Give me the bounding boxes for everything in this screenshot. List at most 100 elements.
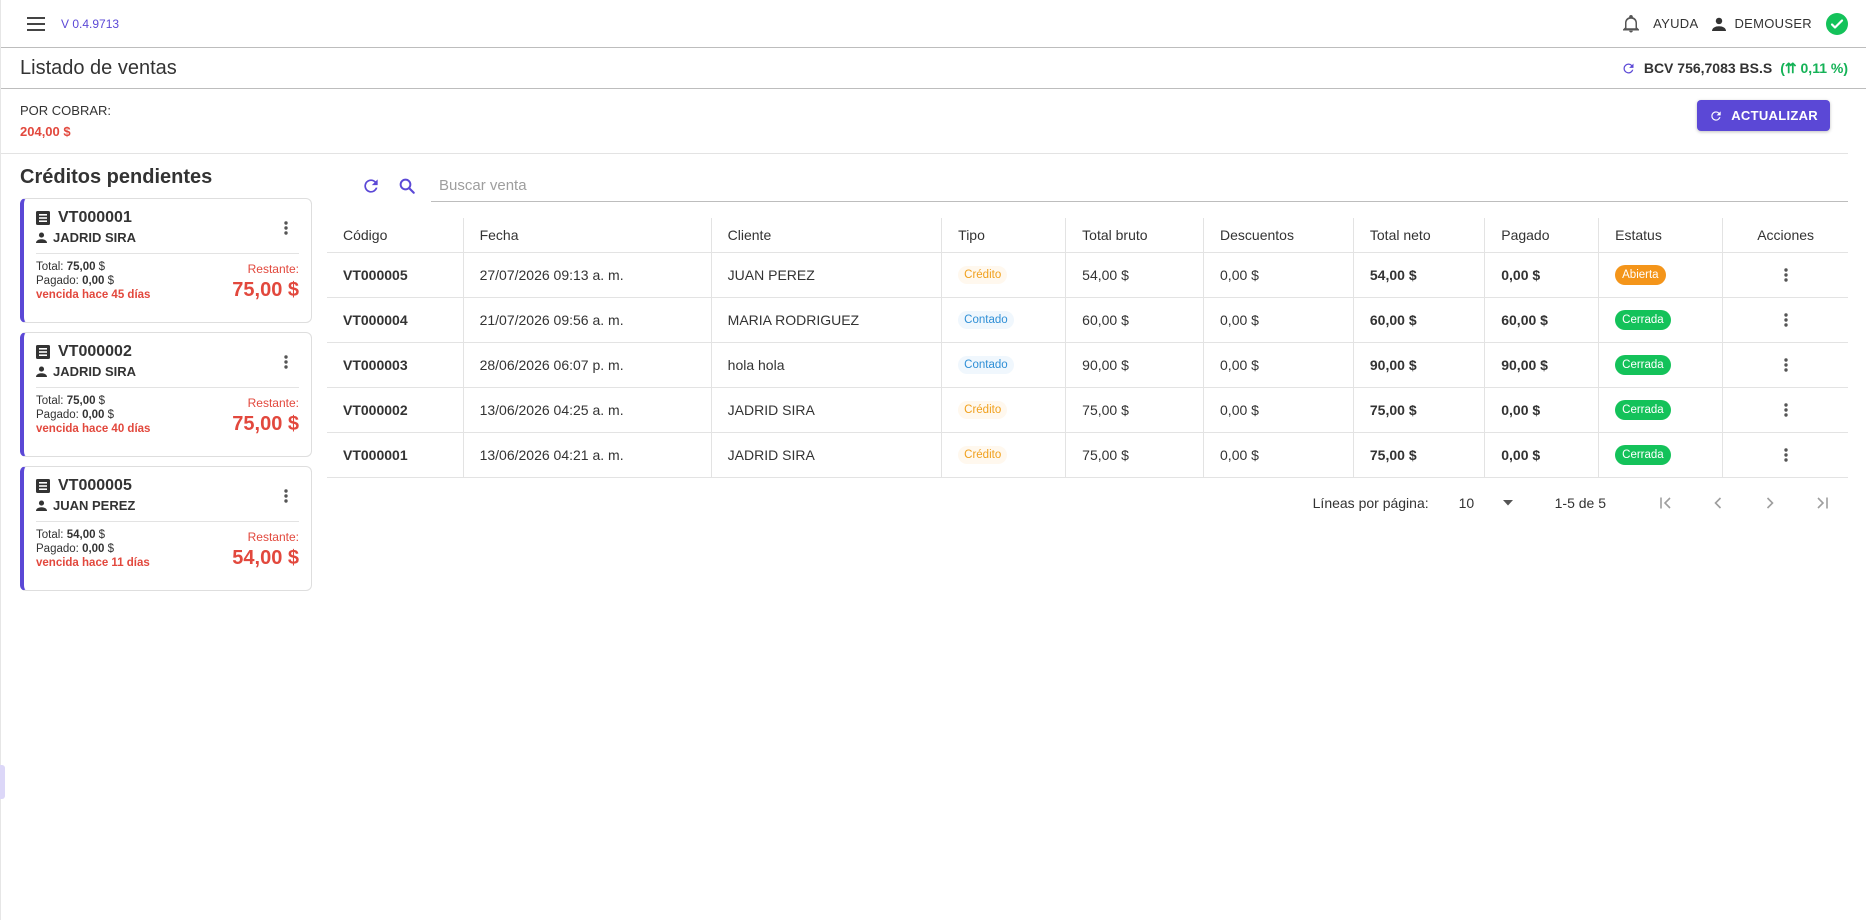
search-input[interactable]	[431, 177, 1848, 194]
person-icon	[36, 366, 47, 377]
column-header-type[interactable]: Tipo	[941, 218, 1067, 253]
last-page-icon[interactable]	[1796, 496, 1848, 510]
cell-client: MARIA RODRIGUEZ	[711, 297, 943, 343]
cell-gross: 54,00 $	[1065, 252, 1205, 298]
dropdown-arrow-icon	[1502, 499, 1513, 505]
menu-icon[interactable]	[25, 13, 47, 35]
side-drawer-handle[interactable]	[0, 765, 5, 799]
cell-code: VT000002	[327, 387, 464, 433]
rows-per-page-value: 10	[1458, 494, 1475, 511]
cell-client: JADRID SIRA	[711, 432, 943, 478]
column-header-discounts[interactable]: Descuentos	[1203, 218, 1354, 253]
receivables-summary: POR COBRAR: 204,00 $ ACTUALIZAR	[1, 89, 1848, 154]
refresh-button[interactable]: ACTUALIZAR	[1697, 100, 1830, 131]
column-header-net[interactable]: Total neto	[1353, 218, 1486, 253]
previous-page-icon[interactable]	[1692, 496, 1744, 510]
refresh-button-label: ACTUALIZAR	[1731, 108, 1818, 123]
cell-discount: 0,00 $	[1203, 252, 1354, 298]
search-icon[interactable]	[393, 172, 421, 200]
notifications-button[interactable]	[1623, 14, 1640, 33]
cell-date: 13/06/2026 04:21 a. m.	[463, 432, 712, 478]
exchange-rate: BCV 756,7083 BS.S (⇈ 0,11 %)	[1621, 60, 1848, 77]
divider	[36, 521, 299, 522]
connection-check-icon	[1826, 12, 1848, 35]
table-header-row: Código Fecha Cliente Tipo Total bruto De…	[327, 218, 1848, 253]
bell-icon	[1623, 14, 1640, 32]
cell-paid: 0,00 $	[1484, 432, 1600, 478]
cell-paid: 60,00 $	[1484, 297, 1600, 343]
more-vert-icon[interactable]	[279, 485, 293, 507]
cell-gross: 60,00 $	[1065, 297, 1205, 343]
table-row[interactable]: VT000004 21/07/2026 09:56 a. m. MARIA RO…	[327, 297, 1848, 343]
remaining-value: 75,00 $	[232, 279, 299, 301]
first-page-icon[interactable]	[1640, 496, 1692, 510]
table-row[interactable]: VT000001 13/06/2026 04:21 a. m. JADRID S…	[327, 432, 1848, 478]
column-header-client[interactable]: Cliente	[711, 218, 943, 253]
rows-per-page-select[interactable]: 10	[1459, 495, 1513, 511]
cell-client: JUAN PEREZ	[711, 252, 943, 298]
table-row[interactable]: VT000003 28/06/2026 06:07 p. m. hola hol…	[327, 342, 1848, 388]
table-row[interactable]: VT000005 27/07/2026 09:13 a. m. JUAN PER…	[327, 252, 1848, 298]
column-header-code[interactable]: Código	[327, 218, 464, 253]
column-header-actions: Acciones	[1722, 218, 1848, 253]
credit-overdue: vencida hace 45 días	[36, 289, 151, 301]
credit-paid: Pagado: 0,00 $	[36, 275, 115, 287]
cell-net: 75,00 $	[1353, 432, 1486, 478]
person-icon	[1712, 17, 1727, 31]
cell-net: 90,00 $	[1353, 342, 1486, 388]
more-vert-icon[interactable]	[279, 351, 293, 373]
cell-client: JADRID SIRA	[711, 387, 943, 433]
column-header-paid[interactable]: Pagado	[1484, 218, 1600, 253]
status-badge: Cerrada	[1615, 354, 1671, 375]
refresh-rate-icon[interactable]	[1621, 61, 1636, 76]
more-vert-icon[interactable]	[1779, 264, 1793, 286]
page-header: Listado de ventas BCV 756,7083 BS.S (⇈ 0…	[1, 48, 1866, 89]
app-root: V 0.4.9713 AYUDA DEMOUSER Listado de ven…	[0, 0, 1866, 920]
next-page-icon[interactable]	[1744, 496, 1796, 510]
more-vert-icon[interactable]	[1779, 444, 1793, 466]
credit-total: Total: 75,00 $	[36, 261, 106, 273]
user-menu[interactable]: DEMOUSER	[1712, 16, 1812, 31]
more-vert-icon[interactable]	[1779, 399, 1793, 421]
cell-date: 21/07/2026 09:56 a. m.	[463, 297, 712, 343]
reload-icon[interactable]	[357, 172, 385, 200]
credit-client: JADRID SIRA	[53, 230, 137, 245]
sales-panel: Código Fecha Cliente Tipo Total bruto De…	[327, 168, 1848, 591]
receipt-icon	[36, 211, 50, 225]
more-vert-icon[interactable]	[1779, 354, 1793, 376]
table-row[interactable]: VT000002 13/06/2026 04:25 a. m. JADRID S…	[327, 387, 1848, 433]
cell-discount: 0,00 $	[1203, 387, 1354, 433]
type-badge: Crédito	[958, 401, 1008, 419]
cell-client: hola hola	[711, 342, 943, 388]
column-header-status[interactable]: Estatus	[1598, 218, 1724, 253]
status-badge: Cerrada	[1615, 309, 1671, 330]
credit-paid: Pagado: 0,00 $	[36, 543, 115, 555]
credit-card[interactable]: VT000002 JADRID SIRA Total: 75,00 $ Paga…	[20, 332, 312, 457]
divider	[36, 387, 299, 388]
cell-code: VT000005	[327, 252, 464, 298]
cell-net: 75,00 $	[1353, 387, 1486, 433]
status-badge: Abierta	[1615, 264, 1666, 285]
more-vert-icon[interactable]	[1779, 309, 1793, 331]
column-header-gross[interactable]: Total bruto	[1065, 218, 1205, 253]
credit-card[interactable]: VT000001 JADRID SIRA Total: 75,00 $ Paga…	[20, 198, 312, 323]
pagination: Líneas por página: 10 1-5 de 5	[327, 478, 1848, 528]
credit-paid: Pagado: 0,00 $	[36, 409, 115, 421]
page-range: 1-5 de 5	[1554, 494, 1606, 511]
receipt-icon	[36, 479, 50, 493]
help-button[interactable]: AYUDA	[1653, 16, 1698, 31]
more-vert-icon[interactable]	[279, 217, 293, 239]
help-label: AYUDA	[1653, 16, 1699, 31]
remaining-label: Restante:	[247, 262, 299, 276]
app-version: V 0.4.9713	[61, 16, 120, 31]
divider	[36, 253, 299, 254]
pending-credits-title: Créditos pendientes	[20, 166, 213, 188]
cell-date: 28/06/2026 06:07 p. m.	[463, 342, 712, 388]
type-badge: Contado	[958, 311, 1014, 329]
credit-code: VT000001	[58, 209, 132, 226]
cell-discount: 0,00 $	[1203, 342, 1354, 388]
credit-card[interactable]: VT000005 JUAN PEREZ Total: 54,00 $ Pagad…	[20, 466, 312, 591]
receivables-value: 204,00 $	[20, 124, 71, 139]
column-header-date[interactable]: Fecha	[463, 218, 712, 253]
rate-change: (⇈ 0,11 %)	[1780, 59, 1848, 76]
